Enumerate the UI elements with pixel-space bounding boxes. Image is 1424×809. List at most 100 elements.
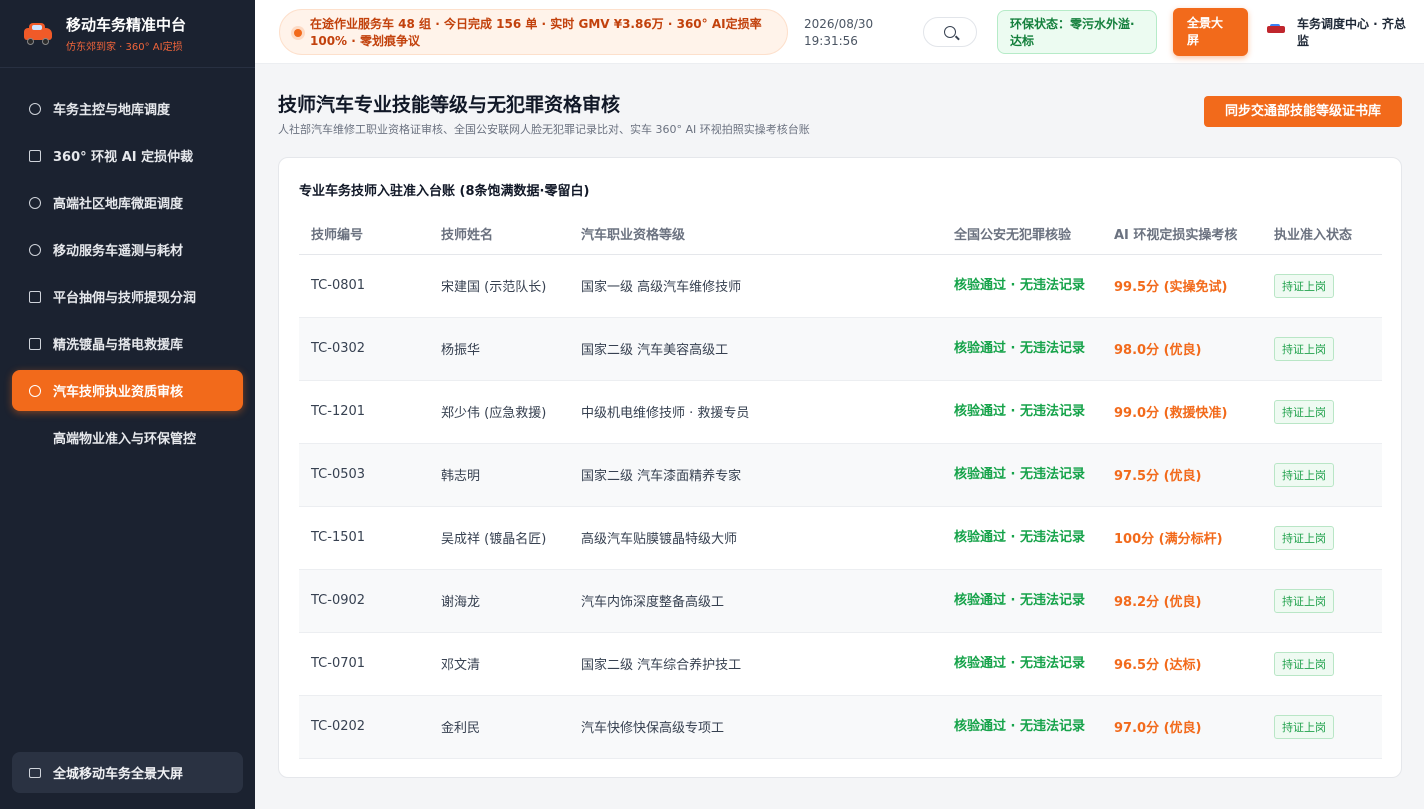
brand: 移动车务精准中台 仿东郊到家 · 360° AI定损 xyxy=(0,0,255,68)
technician-name: 杨振华 xyxy=(429,317,569,381)
ai-exam-score: 100分 (满分标杆) xyxy=(1102,506,1262,570)
status-badge: 持证上岗 xyxy=(1274,273,1334,298)
bag-icon xyxy=(29,337,41,350)
page-subtitle: 人社部汽车维修工职业资格证审核、全国公安联网人脸无犯罪记录比对、实车 360° … xyxy=(278,123,810,136)
criminal-check-result: 核验通过 · 无违法记录 xyxy=(942,506,1102,570)
sidebar-item-technician-review[interactable]: 汽车技师执业资质审核 xyxy=(12,370,243,411)
sidebar-item-label: 车务主控与地库调度 xyxy=(53,103,171,118)
qualification-level: 国家一级 高级汽车维修技师 xyxy=(569,254,942,318)
sidebar-item-label: 精洗镀晶与搭电救援库 xyxy=(53,338,184,353)
qualification-level: 高级汽车贴膜镀晶特级大师 xyxy=(569,506,942,570)
sidebar-item-label: 平台抽佣与技师提现分润 xyxy=(53,291,197,306)
table-row[interactable]: TC-0902 谢海龙 汽车内饰深度整备高级工 核验通过 · 无违法记录 98.2分 (… xyxy=(299,569,1382,633)
technician-id: TC-0902 xyxy=(299,569,429,633)
sidebar: 移动车务精准中台 仿东郊到家 · 360° AI定损 车务主控与地库调度 360… xyxy=(0,0,255,809)
live-dot-icon xyxy=(294,29,302,37)
access-status-cell: 持证上岗 xyxy=(1262,569,1382,633)
table-row[interactable]: TC-0801 宋建国 (示范队长) 国家一级 高级汽车维修技师 核验通过 · 无违法… xyxy=(299,254,1382,318)
status-badge: 持证上岗 xyxy=(1274,462,1334,487)
qualification-level: 国家二级 汽车综合养护技工 xyxy=(569,632,942,696)
status-badge: 持证上岗 xyxy=(1274,525,1334,550)
database-icon xyxy=(29,290,41,303)
status-badge: 持证上岗 xyxy=(1274,714,1334,739)
sidebar-item-label: 360° 环视 AI 定损仲裁 xyxy=(53,150,194,165)
ledger-card: 专业车务技师入驻准入台账 (8条饱满数据·零留白) 技师编号 技师姓名 汽车职业… xyxy=(278,157,1402,778)
gear-icon xyxy=(29,243,41,256)
status-badge: 持证上岗 xyxy=(1274,336,1334,361)
ai-exam-score: 97.0分 (优良) xyxy=(1102,695,1262,759)
brand-title: 移动车务精准中台 xyxy=(66,16,187,34)
sidebar-item-ai-damage[interactable]: 360° 环视 AI 定损仲裁 xyxy=(12,135,243,176)
technician-id: TC-0302 xyxy=(299,317,429,381)
technician-name: 郑少伟 (应急救援) xyxy=(429,380,569,444)
env-status-badge: 环保状态：零污水外溢·达标 xyxy=(997,10,1157,54)
table-row[interactable]: TC-0302 杨振华 国家二级 汽车美容高级工 核验通过 · 无违法记录 98.0分 … xyxy=(299,317,1382,381)
qualification-level: 国家二级 汽车漆面精养专家 xyxy=(569,443,942,507)
table-row[interactable]: TC-1501 吴成祥 (镀晶名匠) 高级汽车贴膜镀晶特级大师 核验通过 · 无违法记… xyxy=(299,506,1382,570)
criminal-check-result: 核验通过 · 无违法记录 xyxy=(942,695,1102,759)
sync-cert-button[interactable]: 同步交通部技能等级证书库 xyxy=(1204,96,1402,127)
search-button[interactable] xyxy=(923,17,977,47)
technician-id: TC-0503 xyxy=(299,443,429,507)
camera-icon xyxy=(29,149,41,162)
sidebar-item-rescue[interactable]: 精洗镀晶与搭电救援库 xyxy=(12,323,243,364)
brand-subtitle: 仿东郊到家 · 360° AI定损 xyxy=(66,42,183,53)
sidebar-item-label: 移动服务车遥测与耗材 xyxy=(53,244,184,259)
access-status-cell: 持证上岗 xyxy=(1262,317,1382,381)
table-row[interactable]: TC-0202 金利民 汽车快修快保高级专项工 核验通过 · 无违法记录 97.0分 (… xyxy=(299,695,1382,759)
ticker-text: 在途作业服务车 48 组 · 今日完成 156 单 · 实时 GMV ¥3.86… xyxy=(310,17,762,48)
avatar xyxy=(1267,24,1287,36)
criminal-check-result: 核验通过 · 无违法记录 xyxy=(942,569,1102,633)
technician-name: 吴成祥 (镀晶名匠) xyxy=(429,506,569,570)
search-icon xyxy=(944,26,956,38)
monitor-icon xyxy=(29,767,41,778)
ai-exam-score: 97.5分 (优良) xyxy=(1102,443,1262,507)
criminal-check-result: 核验通过 · 无违法记录 xyxy=(942,632,1102,696)
access-status-cell: 持证上岗 xyxy=(1262,254,1382,318)
time-text: 19:31:56 xyxy=(804,34,858,48)
user-icon xyxy=(29,384,41,397)
access-status-cell: 持证上岗 xyxy=(1262,632,1382,696)
table-row[interactable]: TC-0701 邓文清 国家二级 汽车综合养护技工 核验通过 · 无违法记录 96.5分… xyxy=(299,632,1382,696)
technician-id: TC-0202 xyxy=(299,695,429,759)
qualification-level: 汽车快修快保高级专项工 xyxy=(569,695,942,759)
fullscreen-dashboard-link[interactable]: 全城移动车务全景大屏 xyxy=(12,752,243,793)
column-header: 技师姓名 xyxy=(429,214,569,255)
page-title: 技师汽车专业技能等级与无犯罪资格审核 xyxy=(278,94,621,116)
sidebar-item-commission[interactable]: 平台抽佣与技师提现分润 xyxy=(12,276,243,317)
car-logo-icon xyxy=(24,22,52,45)
table-header-row: 技师编号 技师姓名 汽车职业资格等级 全国公安无犯罪核验 AI 环视定损实操考核… xyxy=(299,214,1382,255)
column-header: 汽车职业资格等级 xyxy=(569,214,942,255)
criminal-check-result: 核验通过 · 无违法记录 xyxy=(942,254,1102,318)
status-ticker: 在途作业服务车 48 组 · 今日完成 156 单 · 实时 GMV ¥3.86… xyxy=(279,9,788,55)
ai-exam-score: 99.0分 (救援快准) xyxy=(1102,380,1262,444)
technician-id: TC-1201 xyxy=(299,380,429,444)
access-status-cell: 持证上岗 xyxy=(1262,443,1382,507)
top-header: 在途作业服务车 48 组 · 今日完成 156 单 · 实时 GMV ¥3.86… xyxy=(255,0,1424,64)
technician-name: 邓文清 xyxy=(429,632,569,696)
status-badge: 持证上岗 xyxy=(1274,399,1334,424)
fullscreen-button[interactable]: 全景大屏 xyxy=(1173,8,1248,56)
sidebar-item-dispatch[interactable]: 车务主控与地库调度 xyxy=(12,88,243,129)
technician-id: TC-1501 xyxy=(299,506,429,570)
technician-name: 谢海龙 xyxy=(429,569,569,633)
sidebar-item-label: 高端物业准入与环保管控 xyxy=(53,432,197,447)
access-status-cell: 持证上岗 xyxy=(1262,695,1382,759)
sidebar-item-label: 汽车技师执业资质审核 xyxy=(53,385,184,400)
technician-id: TC-0801 xyxy=(299,254,429,318)
criminal-check-result: 核验通过 · 无违法记录 xyxy=(942,380,1102,444)
fullscreen-dashboard-label: 全城移动车务全景大屏 xyxy=(53,767,184,782)
qualification-level: 中级机电维修技师 · 救援专员 xyxy=(569,380,942,444)
user-menu[interactable]: 车务调度中心 · 齐总监 xyxy=(1267,16,1417,50)
ai-exam-score: 96.5分 (达标) xyxy=(1102,632,1262,696)
criminal-check-result: 核验通过 · 无违法记录 xyxy=(942,317,1102,381)
sidebar-item-telemetry[interactable]: 移动服务车遥测与耗材 xyxy=(12,229,243,270)
sidebar-item-property[interactable]: 高端物业准入与环保管控 xyxy=(12,417,243,458)
status-badge: 持证上岗 xyxy=(1274,588,1334,613)
table-row[interactable]: TC-1201 郑少伟 (应急救援) 中级机电维修技师 · 救援专员 核验通过 · 无… xyxy=(299,380,1382,444)
date-text: 2026/08/30 xyxy=(804,17,874,31)
datetime: 2026/08/30 19:31:56 xyxy=(804,16,873,50)
sidebar-nav: 车务主控与地库调度 360° 环视 AI 定损仲裁 高端社区地库微距调度 移动服… xyxy=(0,68,255,458)
sidebar-item-garage[interactable]: 高端社区地库微距调度 xyxy=(12,182,243,223)
table-row[interactable]: TC-0503 韩志明 国家二级 汽车漆面精养专家 核验通过 · 无违法记录 97.5分… xyxy=(299,443,1382,507)
